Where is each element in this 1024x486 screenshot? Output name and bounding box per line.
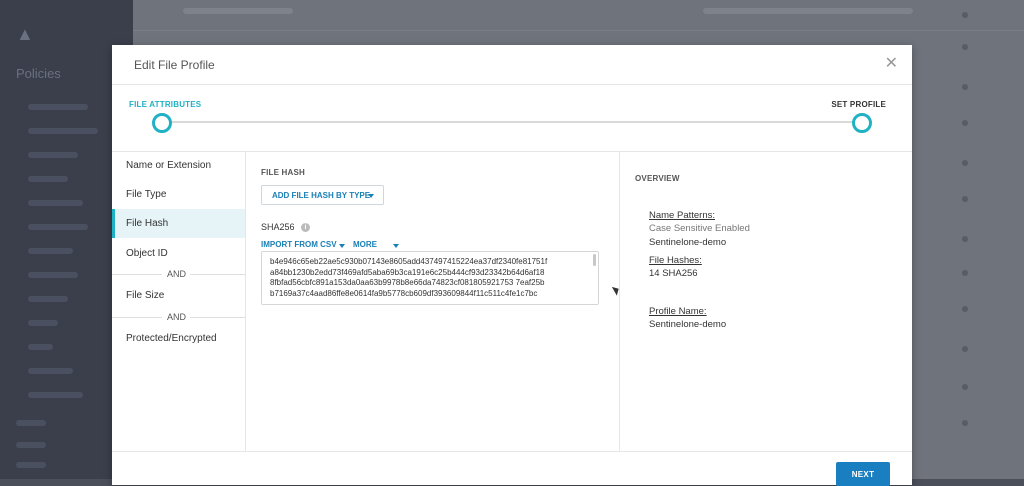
modal-header: Edit File Profile ✕ — [112, 45, 912, 85]
background-nav-item — [28, 320, 58, 326]
sha256-textarea[interactable]: b4e946c65eb22ae5c930b07143e8605add437497… — [261, 251, 599, 305]
separator-line — [112, 274, 162, 275]
step-set-profile-label: SET PROFILE — [831, 100, 886, 109]
info-icon[interactable]: i — [301, 223, 310, 232]
and-separator: AND — [112, 312, 245, 322]
attribute-nav: Name or Extension File Type File Hash Ob… — [112, 151, 246, 451]
background-nav-item — [28, 104, 88, 110]
background-nav-item — [28, 176, 68, 182]
background-nav-item — [28, 272, 78, 278]
profile-name-label: Profile Name: — [649, 306, 707, 317]
step-set-profile-dot[interactable] — [852, 113, 872, 133]
and-label: AND — [167, 312, 187, 322]
chevron-down-icon[interactable] — [393, 244, 399, 248]
nav-item-file-hash[interactable]: File Hash — [112, 209, 245, 238]
hash-line: 8fbfad56cbfc891a153da0aa63b9978b8e66da74… — [270, 278, 545, 287]
background-nav-item — [28, 128, 98, 134]
stepper-track — [162, 121, 862, 123]
next-button[interactable]: NEXT — [836, 462, 890, 486]
profile-name-value: Sentinelone-demo — [649, 319, 727, 330]
nav-item-name-or-extension[interactable]: Name or Extension — [112, 151, 245, 180]
separator-line — [112, 317, 162, 318]
background-nav-item — [28, 296, 68, 302]
name-pattern-value: Sentinelone-demo — [649, 237, 727, 248]
background-row-icon — [962, 120, 968, 126]
wizard-stepper: FILE ATTRIBUTES SET PROFILE — [112, 85, 912, 152]
nav-item-file-type[interactable]: File Type — [112, 180, 245, 209]
modal-title: Edit File Profile — [134, 58, 215, 72]
nav-item-protected-encrypted[interactable]: Protected/Encrypted — [112, 324, 245, 353]
background-nav-item — [28, 152, 78, 158]
add-file-hash-by-type-button[interactable]: ADD FILE HASH BY TYPE — [261, 185, 384, 205]
hash-line: b4e946c65eb22ae5c930b07143e8605add437497… — [270, 257, 548, 266]
modal-footer: NEXT — [112, 451, 912, 486]
background-nav-item — [28, 224, 88, 230]
file-hash-title: FILE HASH — [261, 168, 306, 177]
overview-title: OVERVIEW — [635, 174, 680, 183]
hash-line: a84bb1230b2edd73f469afd5aba69b3ca191e6c2… — [270, 267, 545, 277]
background-nav-item — [28, 392, 83, 398]
sha256-label: SHA256 — [261, 222, 295, 232]
textarea-scrollbar[interactable] — [593, 254, 596, 266]
nav-item-file-size[interactable]: File Size — [112, 281, 245, 310]
separator-line — [190, 274, 245, 275]
background-nav-item — [28, 368, 73, 374]
background-row-icon — [962, 420, 968, 426]
background-row-icon — [962, 306, 968, 312]
background-nav-item — [16, 442, 46, 448]
nav-item-object-id[interactable]: Object ID — [112, 239, 245, 268]
hash-line: b7169a37c4aad86ffe8e0614fa9b5778cb609df3… — [270, 288, 538, 298]
background-row-icon — [962, 196, 968, 202]
file-hashes-value: 14 SHA256 — [649, 268, 698, 279]
edit-file-profile-modal: Edit File Profile ✕ FILE ATTRIBUTES SET … — [112, 45, 912, 486]
modal-body: Name or Extension File Type File Hash Ob… — [112, 151, 912, 451]
background-text — [183, 8, 293, 14]
logo-icon: ▲ — [16, 24, 34, 44]
separator-line — [190, 317, 245, 318]
import-from-csv-link[interactable]: IMPORT FROM CSV — [261, 240, 337, 249]
more-link[interactable]: MORE — [353, 240, 377, 249]
background-nav-item — [16, 462, 46, 468]
and-label: AND — [167, 269, 187, 279]
file-hash-panel: FILE HASH ADD FILE HASH BY TYPE SHA256 i… — [246, 151, 620, 451]
background-row-icon — [962, 12, 968, 18]
overview-panel: OVERVIEW Name Patterns: Case Sensitive E… — [620, 151, 912, 451]
background-nav-item — [16, 420, 46, 426]
background-row-icon — [962, 84, 968, 90]
close-icon[interactable]: ✕ — [885, 55, 898, 73]
file-hashes-label: File Hashes: — [649, 255, 702, 266]
chevron-down-icon — [368, 194, 374, 198]
background-row-icon — [962, 160, 968, 166]
background-text — [703, 8, 913, 14]
background-row-icon — [962, 236, 968, 242]
add-file-hash-label: ADD FILE HASH BY TYPE — [272, 191, 371, 200]
background-row-icon — [962, 346, 968, 352]
background-nav-item — [28, 344, 53, 350]
and-separator: AND — [112, 269, 245, 279]
background-row-icon — [962, 384, 968, 390]
background-nav-item — [28, 200, 83, 206]
background-row-divider — [133, 30, 1024, 31]
background-heading: Policies — [16, 66, 61, 81]
background-row-icon — [962, 44, 968, 50]
chevron-down-icon[interactable] — [339, 244, 345, 248]
background-row-icon — [962, 270, 968, 276]
case-sensitive-text: Case Sensitive Enabled — [649, 223, 750, 234]
background-nav-item — [28, 248, 73, 254]
step-file-attributes-dot[interactable] — [152, 113, 172, 133]
name-patterns-label: Name Patterns: — [649, 210, 715, 221]
step-file-attributes-label: FILE ATTRIBUTES — [129, 100, 202, 109]
